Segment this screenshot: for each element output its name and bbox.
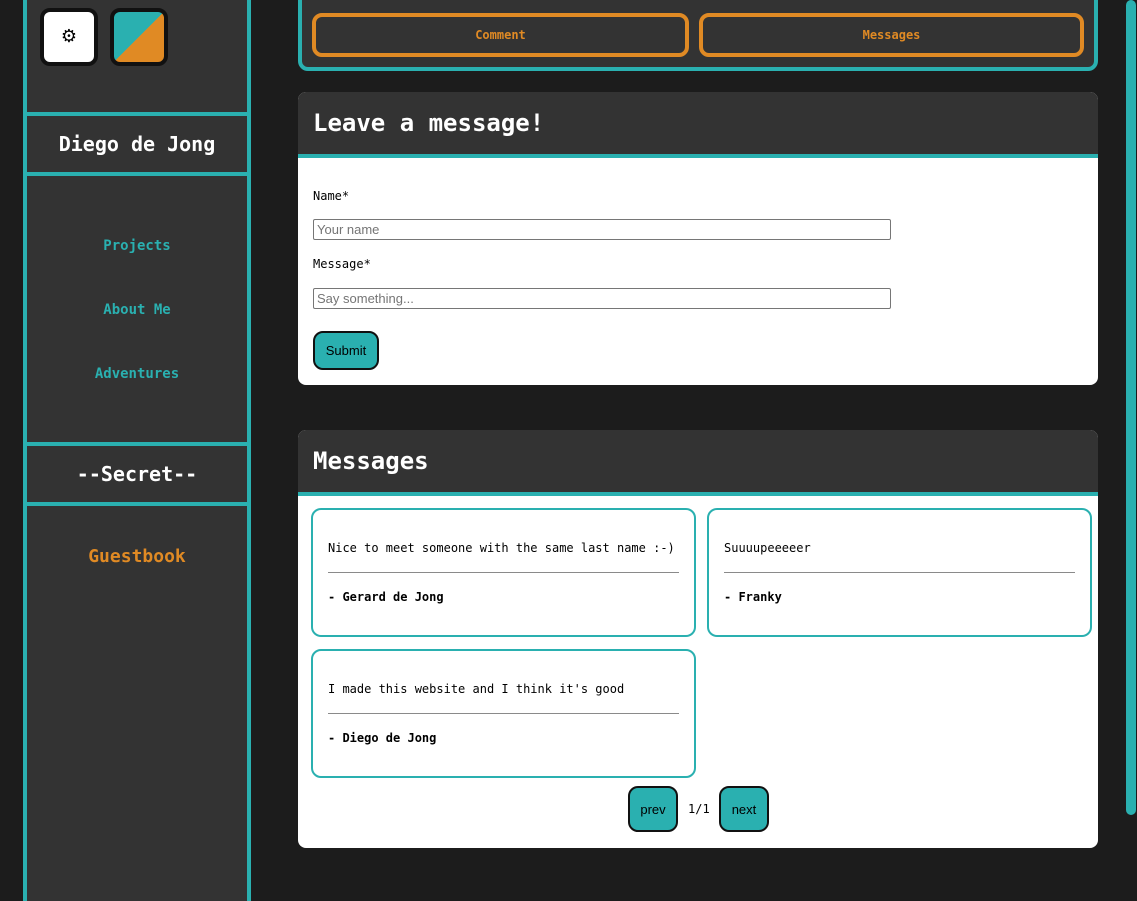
message-divider xyxy=(724,572,1075,573)
message-author: - Gerard de Jong xyxy=(328,590,444,604)
message-divider xyxy=(328,713,679,714)
page: ⚙ Diego de Jong Projects About Me Advent… xyxy=(0,0,1137,901)
sidebar-item-about-me[interactable]: About Me xyxy=(27,302,247,318)
comment-tab-button[interactable]: Comment xyxy=(312,13,689,57)
theme-controls: ⚙ xyxy=(27,0,247,116)
message-text: I made this website and I think it's goo… xyxy=(328,682,625,696)
color-theme-button[interactable] xyxy=(110,8,168,66)
scrollbar-track[interactable] xyxy=(1125,0,1137,901)
next-page-button[interactable]: next xyxy=(719,786,769,832)
messages-title: Messages xyxy=(298,430,1098,496)
message-text: Suuuupeeeeer xyxy=(724,541,811,555)
message-divider xyxy=(328,572,679,573)
sidebar: ⚙ Diego de Jong Projects About Me Advent… xyxy=(23,0,251,901)
message-form-card: Leave a message! Name* Message* Submit xyxy=(298,92,1098,385)
sidebar-item-guestbook[interactable]: Guestbook xyxy=(27,546,247,567)
page-indicator: 1/1 xyxy=(688,802,710,816)
messages-tab-button[interactable]: Messages xyxy=(699,13,1084,57)
form-title: Leave a message! xyxy=(298,92,1098,158)
name-input[interactable] xyxy=(313,219,891,240)
secret-section-title: --Secret-- xyxy=(27,446,247,506)
message-author: - Diego de Jong xyxy=(328,731,437,745)
sidebar-item-adventures[interactable]: Adventures xyxy=(27,366,247,382)
messages-card: Messages Nice to meet someone with the s… xyxy=(298,430,1098,848)
settings-button[interactable]: ⚙ xyxy=(40,8,98,66)
message-item: I made this website and I think it's goo… xyxy=(311,649,696,778)
message-author: - Franky xyxy=(724,590,782,604)
guestbook-tabbar: Comment Messages xyxy=(298,0,1098,71)
scrollbar-thumb[interactable] xyxy=(1126,0,1136,815)
message-input[interactable] xyxy=(313,288,891,309)
message-text: Nice to meet someone with the same last … xyxy=(328,541,675,555)
name-label: Name* xyxy=(313,189,350,203)
gear-icon: ⚙ xyxy=(60,26,78,47)
message-item: Nice to meet someone with the same last … xyxy=(311,508,696,637)
site-owner-name: Diego de Jong xyxy=(27,116,247,176)
message-item: Suuuupeeeeer - Franky xyxy=(707,508,1092,637)
prev-page-button[interactable]: prev xyxy=(628,786,678,832)
sidebar-item-projects[interactable]: Projects xyxy=(27,238,247,254)
sidebar-nav: Projects About Me Adventures xyxy=(27,176,247,446)
submit-button[interactable]: Submit xyxy=(313,331,379,370)
message-label: Message* xyxy=(313,257,371,271)
